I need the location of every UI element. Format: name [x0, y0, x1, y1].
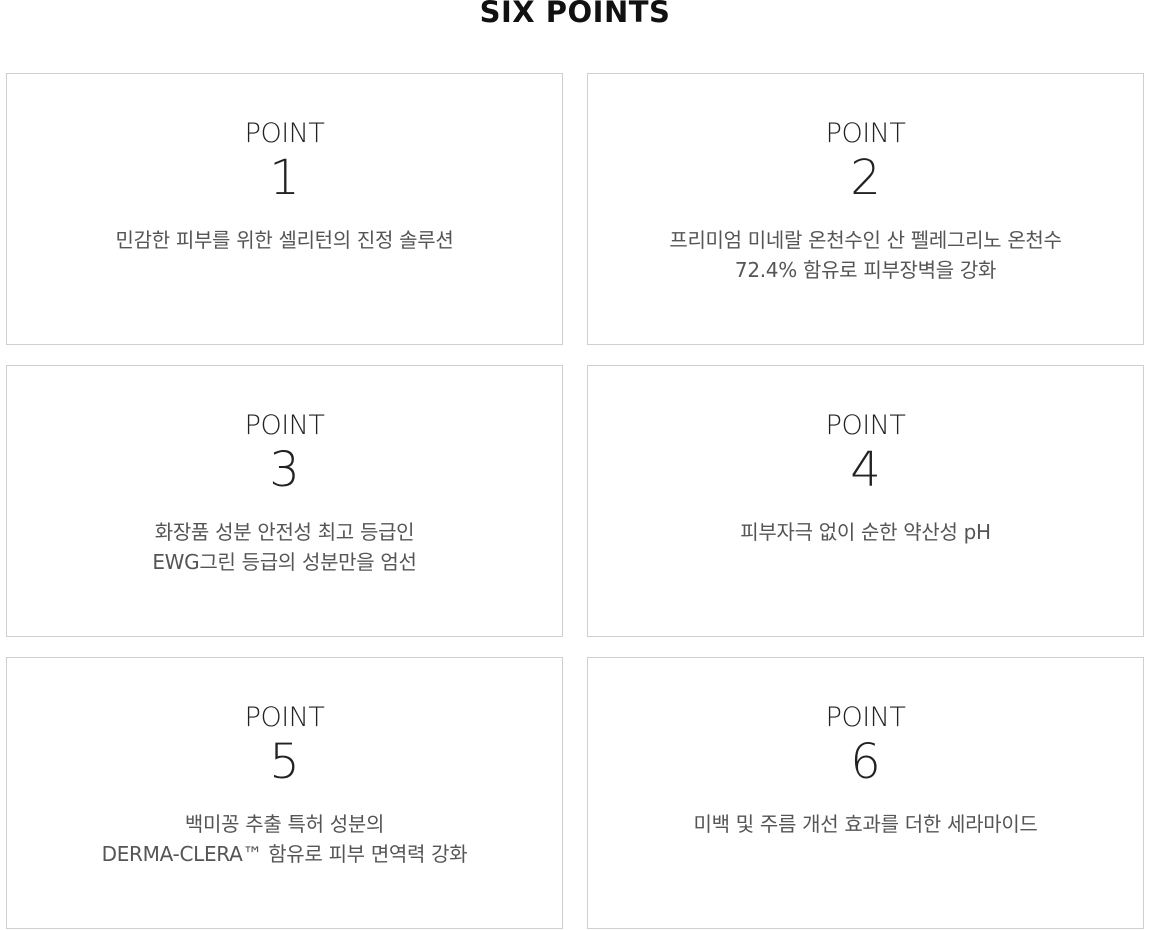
point-number: 5 — [269, 734, 300, 790]
page-title: SIX POINTS — [479, 0, 671, 29]
point-description-line: 백미꽁 추출 특허 성분의 — [184, 812, 385, 836]
point-description-line: 피부자극 없이 순한 약산성 pH — [740, 520, 991, 544]
point-description: 미백 및 주름 개선 효과를 더한 세라마이드 — [588, 809, 1143, 839]
point-card-6: POINT 6 미백 및 주름 개선 효과를 더한 세라마이드 — [587, 657, 1144, 929]
point-description-line: DERMA-CLERA™ 함유로 피부 면역력 강화 — [101, 842, 468, 866]
point-description: 화장품 성분 안전성 최고 등급인 EWG그린 등급의 성분만을 엄선 — [7, 517, 562, 577]
point-description-line: EWG그린 등급의 성분만을 엄선 — [152, 550, 417, 574]
point-kicker: POINT — [244, 410, 325, 441]
point-card-5: POINT 5 백미꽁 추출 특허 성분의 DERMA-CLERA™ 함유로 피… — [6, 657, 563, 929]
point-number: 2 — [850, 150, 881, 206]
point-kicker: POINT — [244, 702, 325, 733]
point-card-3: POINT 3 화장품 성분 안전성 최고 등급인 EWG그린 등급의 성분만을… — [6, 365, 563, 637]
point-kicker: POINT — [825, 410, 906, 441]
point-card-1: POINT 1 민감한 피부를 위한 셀리턴의 진정 솔루션 — [6, 73, 563, 345]
point-number: 4 — [850, 442, 881, 498]
point-kicker: POINT — [244, 118, 325, 149]
point-number: 1 — [269, 150, 300, 206]
point-description-line: 미백 및 주름 개선 효과를 더한 세라마이드 — [693, 812, 1038, 836]
points-grid: POINT 1 민감한 피부를 위한 셀리턴의 진정 솔루션 POINT 2 프… — [6, 73, 1144, 929]
point-kicker: POINT — [825, 118, 906, 149]
point-description: 백미꽁 추출 특허 성분의 DERMA-CLERA™ 함유로 피부 면역력 강화 — [7, 809, 562, 869]
point-card-4: POINT 4 피부자극 없이 순한 약산성 pH — [587, 365, 1144, 637]
point-description-line: 프리미엄 미네랄 온천수인 산 펠레그리노 온천수 — [669, 228, 1062, 252]
point-description-line: 72.4% 함유로 피부장벽을 강화 — [734, 258, 997, 282]
point-description: 피부자극 없이 순한 약산성 pH — [588, 517, 1143, 547]
point-description: 민감한 피부를 위한 셀리턴의 진정 솔루션 — [7, 225, 562, 255]
point-number: 6 — [850, 734, 881, 790]
point-description-line: 민감한 피부를 위한 셀리턴의 진정 솔루션 — [115, 228, 454, 252]
point-description: 프리미엄 미네랄 온천수인 산 펠레그리노 온천수 72.4% 함유로 피부장벽… — [588, 225, 1143, 285]
point-kicker: POINT — [825, 702, 906, 733]
point-card-2: POINT 2 프리미엄 미네랄 온천수인 산 펠레그리노 온천수 72.4% … — [587, 73, 1144, 345]
point-description-line: 화장품 성분 안전성 최고 등급인 — [154, 520, 415, 544]
point-number: 3 — [269, 442, 300, 498]
